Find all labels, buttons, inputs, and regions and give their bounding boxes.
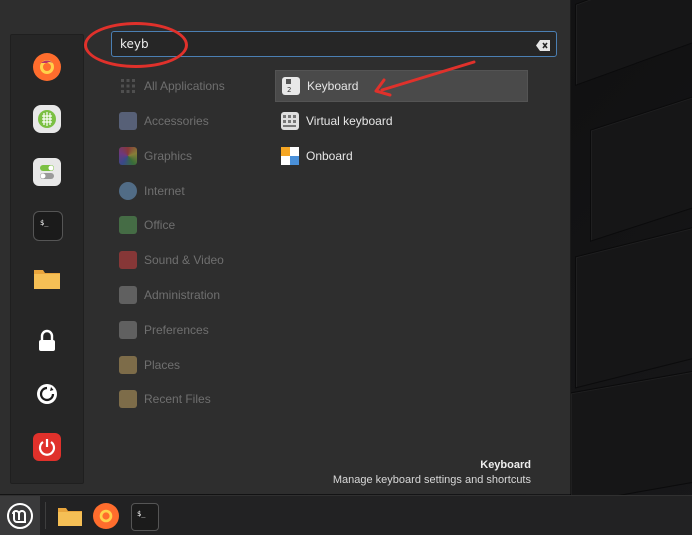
svg-text:$_: $_ — [40, 219, 49, 227]
description-text: Manage keyboard settings and shortcuts — [332, 474, 531, 486]
result-label: Virtual keyboard — [306, 114, 393, 128]
terminal-icon[interactable]: $_ — [33, 211, 63, 241]
office-icon — [119, 216, 137, 234]
taskbar: $_ — [0, 495, 692, 535]
category-label: Administration — [144, 288, 221, 302]
logout-icon[interactable] — [33, 380, 61, 408]
category-label: Office — [144, 218, 176, 232]
power-icon[interactable] — [33, 433, 61, 461]
annotation-arrow — [374, 60, 476, 97]
sound-video-icon — [119, 251, 137, 269]
taskbar-firefox-icon[interactable] — [93, 503, 119, 529]
lock-screen-icon[interactable] — [33, 327, 61, 355]
internet-icon — [119, 182, 137, 200]
category-preferences[interactable]: Preferences — [119, 318, 209, 342]
taskbar-files-icon[interactable] — [57, 503, 83, 529]
mint-logo-icon — [7, 503, 33, 529]
category-internet[interactable]: Internet — [119, 179, 185, 203]
graphics-icon — [119, 147, 137, 165]
administration-icon — [119, 286, 137, 304]
result-label: Onboard — [306, 149, 353, 163]
svg-text:$_: $_ — [137, 510, 146, 518]
category-label: Internet — [144, 184, 185, 198]
software-manager-icon[interactable] — [33, 105, 61, 133]
clear-search-icon[interactable] — [536, 38, 550, 56]
taskbar-terminal-icon[interactable]: $_ — [131, 503, 159, 531]
system-settings-icon[interactable] — [33, 158, 61, 186]
category-label: Preferences — [144, 323, 209, 337]
favorites-panel: $_ — [10, 34, 84, 484]
category-administration[interactable]: Administration — [119, 283, 220, 307]
category-label: Graphics — [144, 149, 193, 163]
annotation-circle — [84, 22, 188, 68]
files-icon[interactable] — [33, 264, 61, 292]
keyboard-icon: 2 — [282, 77, 300, 95]
application-menu: $_ All Applications Accessories — [0, 0, 571, 494]
svg-text:2: 2 — [287, 86, 291, 94]
result-label: Keyboard — [307, 79, 359, 93]
background-tile — [590, 90, 692, 242]
category-places[interactable]: Places — [119, 353, 180, 377]
background-tile — [575, 0, 692, 87]
category-graphics[interactable]: Graphics — [119, 144, 192, 168]
all-applications-icon — [119, 77, 137, 95]
description-title: Keyboard — [480, 459, 531, 471]
recent-files-icon — [119, 390, 137, 408]
result-virtual-keyboard[interactable]: Virtual keyboard — [275, 105, 528, 137]
firefox-icon[interactable] — [33, 53, 61, 81]
category-label: Places — [144, 358, 181, 372]
category-label: Accessories — [144, 114, 209, 128]
category-all-applications[interactable]: All Applications — [119, 74, 225, 98]
virtual-keyboard-icon — [281, 112, 299, 130]
accessories-icon — [119, 112, 137, 130]
result-onboard[interactable]: Onboard — [275, 140, 528, 172]
category-sound-video[interactable]: Sound & Video — [119, 248, 224, 272]
category-label: Recent Files — [144, 392, 211, 406]
category-office[interactable]: Office — [119, 213, 175, 237]
menu-button[interactable] — [0, 496, 40, 535]
background-tile — [570, 367, 692, 505]
taskbar-separator — [45, 502, 46, 529]
background-tile — [575, 223, 692, 389]
category-label: All Applications — [144, 79, 225, 93]
places-folder-icon — [119, 356, 137, 374]
category-label: Sound & Video — [144, 253, 224, 267]
category-recent-files[interactable]: Recent Files — [119, 387, 211, 411]
category-accessories[interactable]: Accessories — [119, 109, 209, 133]
onboard-icon — [281, 147, 299, 165]
preferences-icon — [119, 321, 137, 339]
